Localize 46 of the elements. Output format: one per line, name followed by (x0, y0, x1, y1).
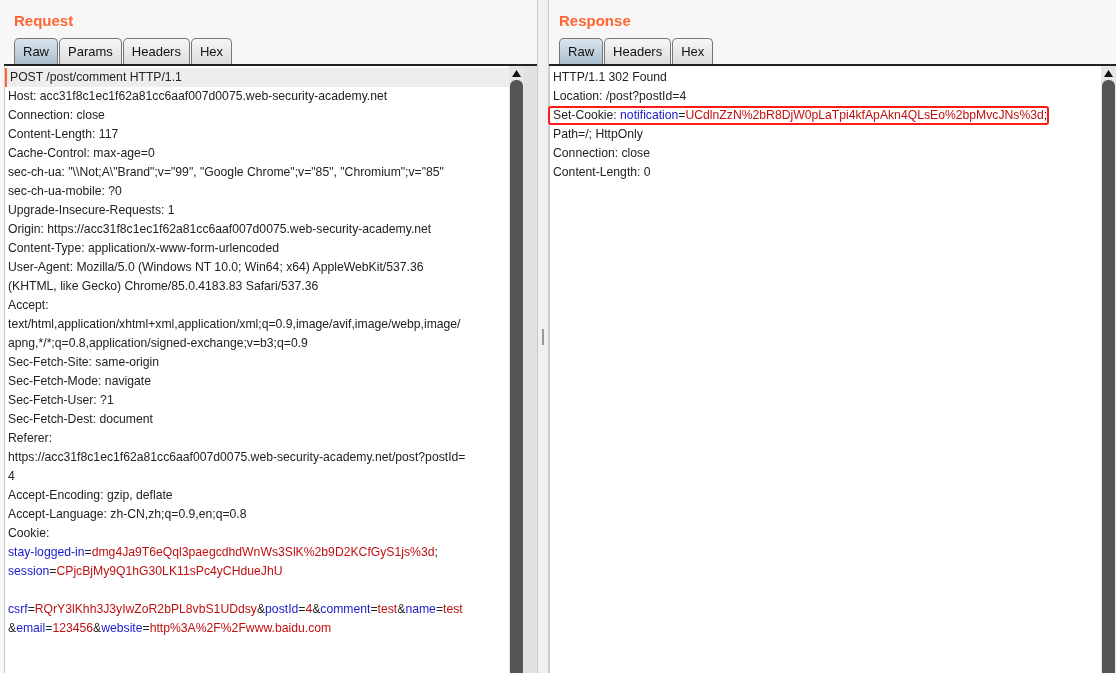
panel-title: Request (14, 12, 74, 30)
tab[interactable]: Params (59, 38, 122, 64)
tab[interactable]: Raw (14, 38, 58, 64)
code-line: Accept-Encoding: gzip, deflate (7, 487, 173, 504)
code-line: Origin: https://acc31f8c1ec1f62a81cc6aaf007d0075.web-security-academy.net (7, 221, 432, 238)
code-line: Connection: close (7, 107, 105, 124)
code-line: Cookie: (7, 525, 50, 542)
code-line: Connection: close (552, 145, 650, 162)
code-line: Sec-Fetch-Dest: document (7, 411, 153, 428)
tab[interactable]: Hex (190, 38, 233, 64)
code-line: https://acc31f8c1ec1f62a81cc6aaf007d0075.web-security-academy.net/post?postId= (7, 449, 466, 466)
code-line: 4 (7, 468, 15, 485)
tab[interactable]: Headers (604, 38, 672, 64)
code-line: Path=/; HttpOnly (552, 126, 643, 143)
code-line: apng,*/*;q=0.8,application/signed-exchange;v=b3;q=0.9 (7, 335, 308, 352)
code-line: sec-ch-ua-mobile: ?0 (7, 183, 122, 200)
code-line: User-Agent: Mozilla/5.0 (Windows NT 10.0; Win64; x64) AppleWebKit/537.36 (7, 259, 424, 276)
code-line: Accept-Language: zh-CN,zh;q=0.9,en;q=0.8 (7, 506, 247, 523)
code-line: Cache-Control: max-age=0 (7, 145, 155, 162)
code-line: text/html,application/xhtml+xml,application/xml;q=0.9,image/avif,image/webp,image/ (7, 316, 461, 333)
tab[interactable]: Hex (672, 38, 714, 64)
code-line: Host: acc31f8c1ec1f62a81cc6aaf007d0075.web-security-academy.net (7, 88, 388, 105)
code-line: Sec-Fetch-Mode: navigate (7, 373, 151, 390)
panel-title: Response (559, 12, 631, 30)
code-line: Content-Length: 117 (7, 126, 119, 143)
code-line: Upgrade-Insecure-Requests: 1 (7, 202, 175, 219)
code-line: HTTP/1.1 302 Found (552, 69, 667, 86)
scroll-up-icon[interactable] (512, 70, 522, 78)
code-line: Accept: (7, 297, 49, 314)
code-line: Sec-Fetch-Site: same-origin (7, 354, 160, 371)
code-line: Content-Length: 0 (552, 164, 651, 181)
code-line: Location: /post?postId=4 (552, 88, 687, 105)
code-line: session=CPjcBjMy9Q1hG30LK11sPc4yCHdueJhU (7, 563, 283, 580)
tab[interactable]: Headers (122, 38, 190, 64)
code-line: csrf=RQrY3lKhh3J3yIwZoR2bPL8vbS1UDdsy&postId=4&comment=test&name=test (7, 601, 463, 618)
scrollbar[interactable] (509, 66, 525, 673)
code-line: sec-ch-ua: "\\Not;A\"Brand";v="99", "Google Chrome";v="85", "Chromium";v="85" (7, 164, 444, 181)
code-line: (KHTML, like Gecko) Chrome/85.0.4183.83 Safari/537.36 (7, 278, 319, 295)
tab[interactable]: Raw (559, 38, 604, 64)
scrollbar[interactable] (1101, 66, 1116, 673)
code-line: Referer: (7, 430, 53, 447)
code-line: &email=123456&website=http%3A%2F%2Fwww.baidu.com (7, 620, 332, 637)
code-line: Content-Type: application/x-www-form-urlencoded (7, 240, 279, 257)
code-line: stay-logged-in=dmg4Ja9T6eQql3paegcdhdWnWs3SlK%2b9D2KCfGyS1js%3d; (7, 544, 438, 561)
scroll-up-icon[interactable] (1104, 70, 1113, 78)
code-line: Sec-Fetch-User: ?1 (7, 392, 114, 409)
